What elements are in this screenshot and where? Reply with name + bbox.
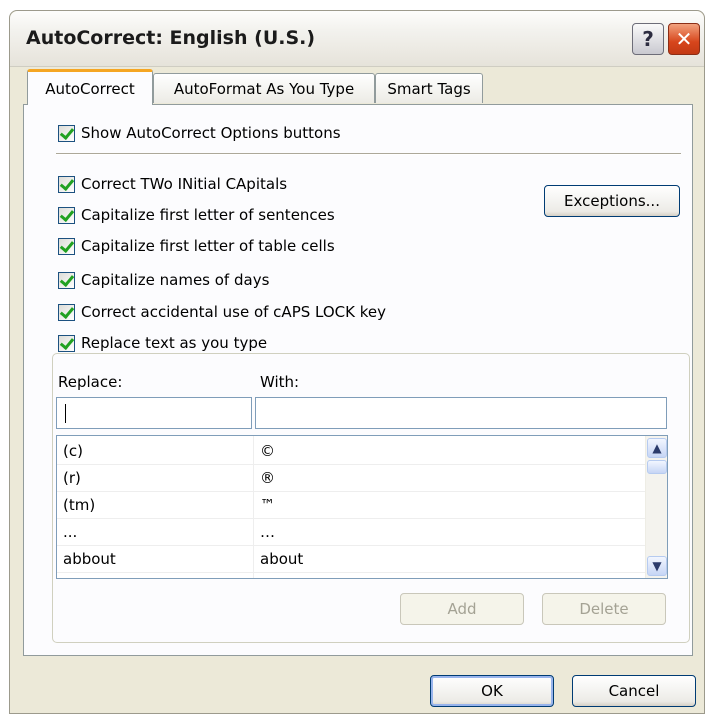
correct-two-initial-capitals-checkbox[interactable] <box>58 175 75 193</box>
with-input[interactable] <box>255 397 667 429</box>
capitalize-table-cells-label: Capitalize first letter of table cells <box>81 237 335 255</box>
tab-autocorrect-label: AutoCorrect <box>45 79 135 98</box>
tab-autocorrect[interactable]: AutoCorrect <box>27 69 153 105</box>
autocorrect-dialog: AutoCorrect: English (U.S.) ? ✕ AutoCorr… <box>9 10 705 714</box>
capitalize-sentences-label: Capitalize first letter of sentences <box>81 206 335 224</box>
list-item[interactable]: ... … <box>57 519 645 546</box>
tab-autoformat-as-you-type[interactable]: AutoFormat As You Type <box>153 73 375 103</box>
replace-input[interactable] <box>56 397 252 429</box>
show-autocorrect-buttons-label: Show AutoCorrect Options buttons <box>81 124 341 142</box>
scroll-up-button[interactable]: ▲ <box>647 438 667 458</box>
vertical-scrollbar[interactable]: ▲ ▼ <box>645 436 667 578</box>
close-icon: ✕ <box>675 27 693 51</box>
list-item-replace: ... <box>63 523 78 541</box>
capitalize-table-cells-checkbox[interactable] <box>58 237 75 255</box>
ok-button-label: OK <box>481 682 503 700</box>
show-autocorrect-buttons-option[interactable]: Show AutoCorrect Options buttons <box>58 124 341 142</box>
list-item-replace: (tm) <box>63 496 96 514</box>
dialog-title: AutoCorrect: English (U.S.) <box>26 27 316 49</box>
capitalize-days-checkbox[interactable] <box>58 271 75 289</box>
cancel-button-label: Cancel <box>608 682 660 700</box>
replace-text-option[interactable]: Replace text as you type <box>56 334 274 352</box>
scroll-down-button[interactable]: ▼ <box>647 556 667 576</box>
list-item[interactable]: (tm) ™ <box>57 492 645 519</box>
correct-caps-lock-option[interactable]: Correct accidental use of cAPS LOCK key <box>58 303 386 321</box>
add-button[interactable]: Add <box>400 593 524 625</box>
replace-text-checkbox[interactable] <box>58 334 75 352</box>
scroll-thumb[interactable] <box>647 460 667 474</box>
list-item[interactable]: (r) ® <box>57 465 645 492</box>
tab-autoformat-label: AutoFormat As You Type <box>173 79 355 98</box>
show-autocorrect-buttons-checkbox[interactable] <box>58 124 75 142</box>
with-label: With: <box>260 373 300 391</box>
capitalize-sentences-checkbox[interactable] <box>58 206 75 224</box>
list-item-with: ™ <box>260 496 275 514</box>
chevron-down-icon: ▼ <box>652 559 662 573</box>
help-button[interactable]: ? <box>632 23 664 55</box>
correct-two-initial-capitals-option[interactable]: Correct TWo INitial CApitals <box>58 175 287 193</box>
replace-label: Replace: <box>58 373 123 391</box>
list-item[interactable]: (c) © <box>57 438 645 465</box>
chevron-up-icon: ▲ <box>652 441 662 455</box>
replacement-list[interactable]: (c) © (r) ® (tm) ™ ... … abbout about ▲ … <box>56 435 668 579</box>
cancel-button[interactable]: Cancel <box>572 675 696 707</box>
text-caret <box>65 404 66 423</box>
replace-text-label: Replace text as you type <box>81 334 268 352</box>
correct-caps-lock-checkbox[interactable] <box>58 303 75 321</box>
list-item-with: © <box>260 442 275 460</box>
delete-button-label: Delete <box>579 600 629 618</box>
correct-caps-lock-label: Correct accidental use of cAPS LOCK key <box>81 303 386 321</box>
title-bar: AutoCorrect: English (U.S.) ? ✕ <box>10 11 704 67</box>
help-icon: ? <box>642 27 654 51</box>
tab-smart-tags[interactable]: Smart Tags <box>375 73 483 103</box>
list-item-with: ® <box>260 469 275 487</box>
capitalize-days-option[interactable]: Capitalize names of days <box>58 271 269 289</box>
delete-button[interactable]: Delete <box>542 593 666 625</box>
list-item-with: about <box>260 550 304 568</box>
close-button[interactable]: ✕ <box>668 23 700 55</box>
separator <box>56 153 681 155</box>
capitalize-table-cells-option[interactable]: Capitalize first letter of table cells <box>58 237 335 255</box>
list-item-replace: abbout <box>63 550 116 568</box>
list-item[interactable]: abbout about <box>57 546 645 573</box>
capitalize-days-label: Capitalize names of days <box>81 271 270 289</box>
add-button-label: Add <box>447 600 477 618</box>
ok-button[interactable]: OK <box>430 675 554 707</box>
list-item-replace: (c) <box>63 442 83 460</box>
exceptions-button[interactable]: Exceptions... <box>544 185 680 217</box>
list-item-with: … <box>260 523 275 541</box>
tab-smart-tags-label: Smart Tags <box>387 79 471 98</box>
exceptions-button-label: Exceptions... <box>564 192 660 210</box>
capitalize-sentences-option[interactable]: Capitalize first letter of sentences <box>58 206 335 224</box>
list-item-replace: (r) <box>63 469 81 487</box>
correct-two-initial-capitals-label: Correct TWo INitial CApitals <box>81 175 288 193</box>
